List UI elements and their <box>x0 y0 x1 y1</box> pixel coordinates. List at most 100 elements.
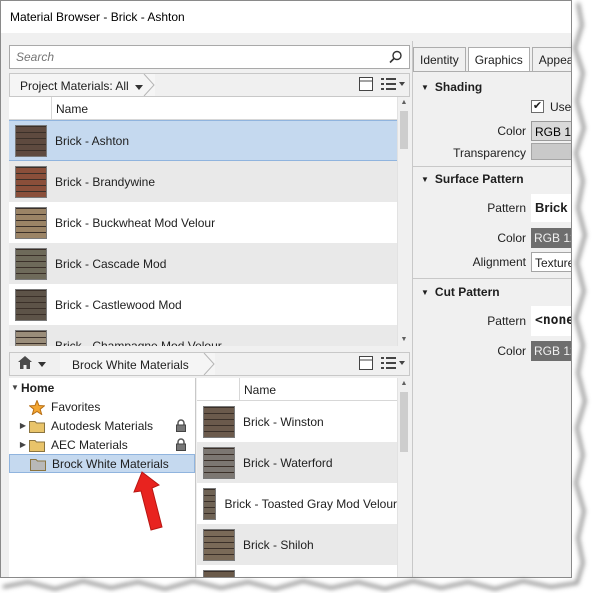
tree-node[interactable]: ▶ AEC Materials <box>9 435 195 454</box>
material-row[interactable]: Brick - Brandywine <box>9 161 397 202</box>
library-materials-list: Brick - Winston Brick - Waterford Brick - … <box>197 401 397 577</box>
use-render-checkbox[interactable]: ✔ <box>531 100 544 113</box>
tree-node[interactable]: ▼ Home <box>9 378 195 397</box>
collapse-triangle-icon[interactable]: ▼ <box>421 83 429 92</box>
shading-color-label: Color <box>497 124 526 138</box>
material-row[interactable]: Brick - Buckwheat Mod Velour <box>9 202 397 243</box>
left-pane: Project Materials: All Name Brick - Asht… <box>9 41 410 577</box>
cut-color-swatch[interactable]: RGB 120 <box>531 341 571 361</box>
title-bar: Material Browser - Brick - Ashton <box>1 1 571 33</box>
section-cut-pattern[interactable]: ▼ Cut Pattern <box>421 285 500 299</box>
alignment-select[interactable]: Texture <box>531 252 571 272</box>
tab-graphics[interactable]: Graphics <box>467 47 530 71</box>
library-list-scrollbar[interactable]: ▲ <box>397 378 410 577</box>
material-name: Brick - Buckwheat Mod Velour <box>55 215 216 230</box>
column-header-name[interactable]: Name <box>51 97 88 119</box>
section-shading[interactable]: ▼ Shading <box>421 80 482 94</box>
property-tabs: IdentityGraphicsAppear <box>413 47 571 71</box>
transparency-slider[interactable] <box>531 143 571 160</box>
lock-icon <box>175 438 187 454</box>
tree-node-label: Autodesk Materials <box>51 418 154 433</box>
library-material-row[interactable]: Brick - Toasted Gray Mod Velour <box>197 483 397 524</box>
folder-icon <box>29 419 45 433</box>
surface-color-label: Color <box>497 231 526 245</box>
library-material-row[interactable]: Brick - Shiloh <box>197 524 397 565</box>
tree-node-label: Brock White Materials <box>52 456 169 471</box>
scrollbar-thumb[interactable] <box>400 392 408 452</box>
chevron-down-icon[interactable] <box>38 357 46 371</box>
home-icon <box>18 356 32 372</box>
material-name: Brick - Brandywine <box>55 174 156 189</box>
list-view-icon[interactable] <box>381 77 405 94</box>
material-thumbnail <box>203 528 235 561</box>
collapse-triangle-icon[interactable]: ▼ <box>421 175 429 184</box>
surface-pattern-preview[interactable]: Brick <box>531 194 571 222</box>
cut-pattern-label: Pattern <box>487 314 526 328</box>
library-material-row[interactable] <box>197 565 397 577</box>
search-box[interactable] <box>9 45 410 69</box>
tab-identity[interactable]: Identity <box>413 47 466 71</box>
tree-node[interactable]: ▶ Autodesk Materials <box>9 416 195 435</box>
breadcrumb-separator-icon <box>143 74 155 96</box>
tree-node-label: AEC Materials <box>51 437 128 452</box>
project-list-scrollbar[interactable]: ▲ ▼ <box>397 97 410 346</box>
project-filter-dropdown[interactable]: Project Materials: All <box>10 74 155 96</box>
expand-triangle-icon[interactable]: ▼ <box>9 383 21 392</box>
section-surface-pattern[interactable]: ▼ Surface Pattern <box>421 172 524 186</box>
library-list-header: Name <box>197 378 397 401</box>
material-thumbnail <box>203 446 235 479</box>
scroll-down-icon[interactable]: ▼ <box>398 334 410 346</box>
cut-pattern-preview[interactable]: <none> <box>531 306 571 336</box>
view-panel-icon[interactable] <box>359 77 373 94</box>
library-breadcrumb-label: Brock White Materials <box>72 358 189 372</box>
surface-color-swatch[interactable]: RGB 120 <box>531 228 571 248</box>
section-title: Cut Pattern <box>434 285 500 299</box>
material-thumbnail <box>15 206 47 239</box>
library-breadcrumb[interactable]: Brock White Materials <box>60 353 215 375</box>
use-render-label: Use R <box>550 100 572 114</box>
column-header-name[interactable]: Name <box>239 378 276 400</box>
scrollbar-thumb[interactable] <box>400 111 408 149</box>
collapse-triangle-icon[interactable]: ▼ <box>421 288 429 297</box>
material-thumbnail <box>15 247 47 280</box>
shading-color-swatch[interactable]: RGB 108 <box>531 121 571 141</box>
search-input[interactable] <box>10 46 370 68</box>
section-title: Surface Pattern <box>434 172 524 186</box>
library-material-row[interactable]: Brick - Winston <box>197 401 397 442</box>
scroll-up-icon[interactable]: ▲ <box>398 97 410 109</box>
library-material-row[interactable]: Brick - Waterford <box>197 442 397 483</box>
project-filter-label: Project Materials: All <box>20 79 129 93</box>
material-thumbnail <box>15 124 47 157</box>
material-row[interactable]: Brick - Cascade Mod <box>9 243 397 284</box>
star-icon <box>28 398 46 416</box>
project-materials-list: Brick - Ashton Brick - Brandywine Brick - … <box>9 120 397 346</box>
material-thumbnail <box>203 569 235 577</box>
material-name: Brick - Waterford <box>243 455 333 470</box>
home-button[interactable] <box>10 353 58 375</box>
project-list-header: Name <box>9 97 397 120</box>
material-row[interactable]: Brick - Champagne Mod Velour <box>9 325 397 346</box>
project-filter-bar: Project Materials: All <box>9 73 410 97</box>
collapse-triangle-icon[interactable]: ▶ <box>17 421 29 430</box>
scroll-up-icon[interactable]: ▲ <box>398 378 410 390</box>
material-browser-window: Material Browser - Brick - Ashton Projec… <box>0 0 572 578</box>
view-panel-icon[interactable] <box>359 356 373 373</box>
list-view-icon[interactable] <box>381 356 405 373</box>
tab-appear[interactable]: Appear <box>531 47 571 71</box>
material-row[interactable]: Brick - Castlewood Mod <box>9 284 397 325</box>
material-name: Brick - Winston <box>243 414 324 429</box>
material-thumbnail <box>15 329 47 346</box>
tree-node-label: Favorites <box>51 399 101 414</box>
collapse-triangle-icon[interactable]: ▶ <box>17 440 29 449</box>
alignment-label: Alignment <box>472 255 526 269</box>
folder-gray-icon <box>30 457 46 471</box>
transparency-label: Transparency <box>453 146 526 160</box>
tree-node-label: Home <box>21 380 55 395</box>
folder-icon <box>29 438 45 452</box>
material-thumbnail <box>203 487 217 520</box>
material-row[interactable]: Brick - Ashton <box>9 120 397 161</box>
tree-node[interactable]: Favorites <box>9 397 195 416</box>
lock-icon <box>175 419 187 435</box>
material-name: Brick - Champagne Mod Velour <box>55 338 222 347</box>
search-icon[interactable] <box>389 50 403 67</box>
